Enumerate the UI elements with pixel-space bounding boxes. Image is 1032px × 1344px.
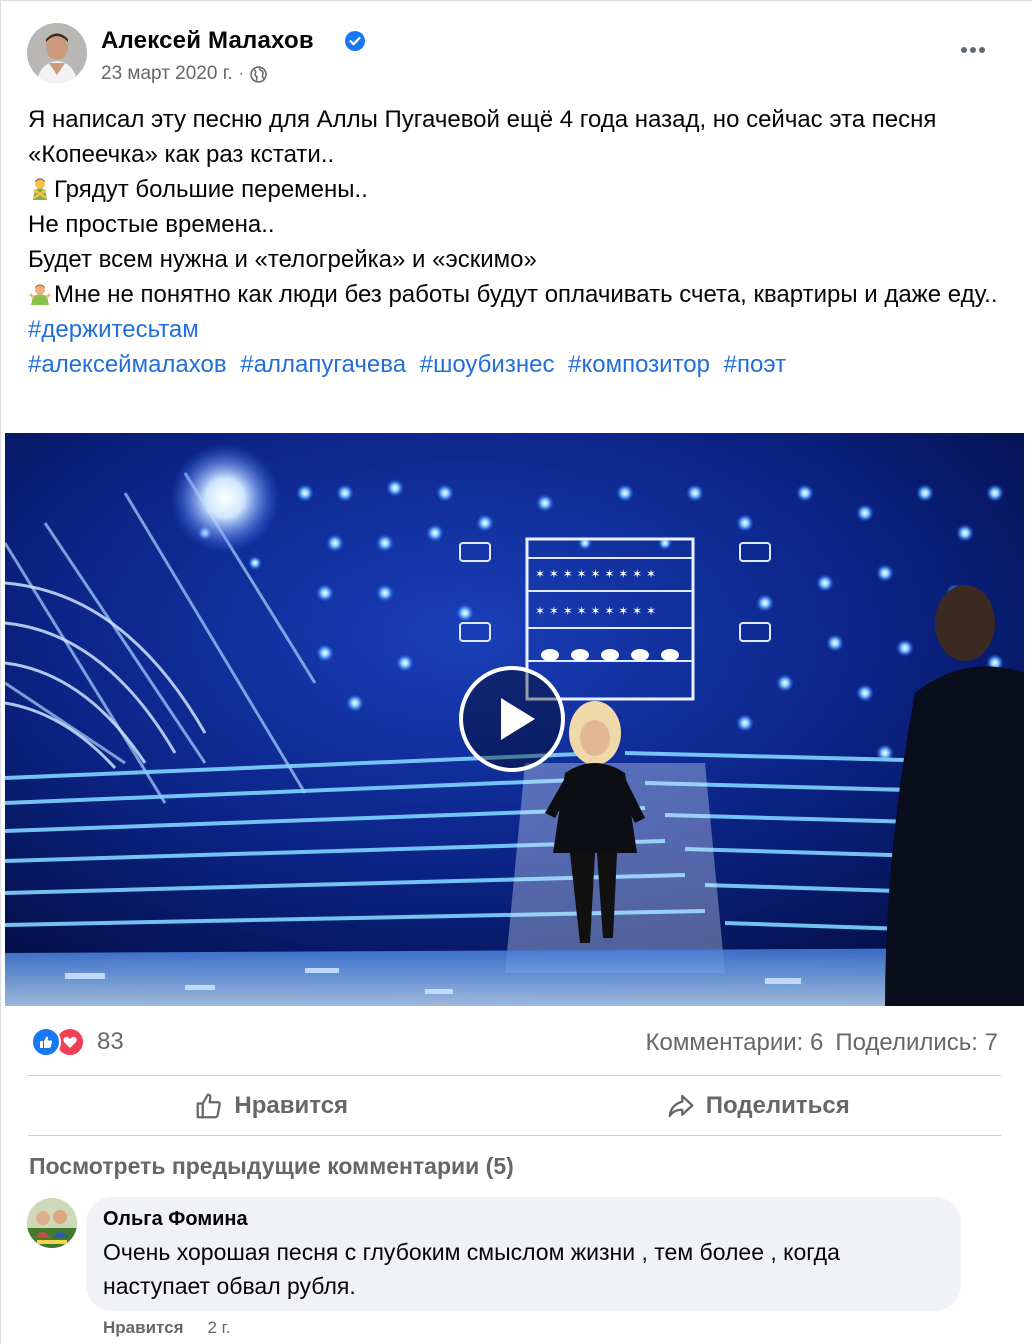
- post-date[interactable]: 23 март 2020 г.: [101, 63, 233, 85]
- play-icon: [501, 698, 535, 740]
- post-meta: 23 март 2020 г. ·: [101, 63, 267, 85]
- more-dots-icon: [961, 47, 985, 53]
- man-gesturing-no-emoji-icon: [33, 178, 47, 200]
- hashtag-link[interactable]: #аллапугачева: [240, 351, 406, 378]
- view-previous-comments-link[interactable]: Посмотреть предыдущие комментарии (5): [29, 1153, 514, 1180]
- shares-count-link[interactable]: Поделились: 7: [835, 1029, 998, 1057]
- commenter-name[interactable]: Ольга Фомина: [103, 1208, 944, 1231]
- post-card: Алексей Малахов 23 март 2020 г. · Я напи…: [0, 0, 1032, 1344]
- more-options-button[interactable]: [951, 35, 995, 65]
- hashtag-link[interactable]: #держитесьтам: [28, 316, 199, 343]
- author-avatar[interactable]: [27, 23, 87, 83]
- author-name[interactable]: Алексей Малахов: [101, 27, 314, 55]
- divider: [28, 1075, 1001, 1076]
- verified-badge-icon: [345, 31, 365, 51]
- post-line-with-emoji: Мне не понятно как люди без работы будут…: [28, 277, 1008, 312]
- meta-separator: ·: [238, 65, 244, 82]
- thumbs-up-icon: [197, 1093, 222, 1119]
- play-button[interactable]: [459, 666, 565, 772]
- hashtag-link[interactable]: #шоубизнес: [420, 351, 555, 378]
- comment-like-link[interactable]: Нравится: [103, 1318, 184, 1338]
- globe-icon[interactable]: [250, 65, 267, 83]
- divider: [28, 1135, 1001, 1136]
- like-button-label: Нравится: [234, 1092, 349, 1119]
- commenter-avatar[interactable]: [27, 1198, 77, 1248]
- post-body: Я написал эту песню для Аллы Пугачевой е…: [28, 102, 1008, 382]
- post-line: Не простые времена..: [28, 211, 275, 238]
- hashtag-link[interactable]: #поэт: [724, 351, 786, 378]
- engagement-counts: Комментарии: 6 Поделились: 7: [646, 1029, 998, 1057]
- post-actions-bar: Нравится Поделиться: [28, 1078, 1001, 1134]
- hashtag-line: #алексеймалахов #аллапугачева #шоубизнес…: [28, 347, 1008, 382]
- comments-count-link[interactable]: Комментарии: 6: [646, 1029, 824, 1057]
- svg-text:✶ ✶ ✶ ✶ ✶ ✶ ✶ ✶ ✶: ✶ ✶ ✶ ✶ ✶ ✶ ✶ ✶ ✶: [535, 604, 656, 618]
- post-line: Я написал эту песню для Аллы Пугачевой е…: [28, 106, 937, 168]
- reactions-summary[interactable]: 83: [31, 1027, 124, 1057]
- svg-text:✶ ✶ ✶ ✶ ✶ ✶ ✶ ✶ ✶: ✶ ✶ ✶ ✶ ✶ ✶ ✶ ✶ ✶: [535, 567, 656, 581]
- post-line-text: Мне не понятно как люди без работы будут…: [54, 281, 998, 308]
- comment-timestamp[interactable]: 2 г.: [208, 1318, 231, 1338]
- comment-actions: Нравится 2 г.: [103, 1318, 231, 1338]
- comment-bubble: Ольга Фомина Очень хорошая песня с глубо…: [86, 1197, 961, 1311]
- like-button[interactable]: Нравится: [28, 1078, 515, 1134]
- hashtag-link[interactable]: #алексеймалахов: [28, 351, 227, 378]
- share-button[interactable]: Поделиться: [515, 1078, 1002, 1134]
- post-line-text: Грядут большие перемены..: [54, 176, 368, 203]
- share-button-label: Поделиться: [705, 1092, 850, 1119]
- hashtag-link[interactable]: #композитор: [568, 351, 710, 378]
- person-shrugging-emoji-icon: [29, 284, 51, 305]
- like-reaction-icon: [31, 1027, 61, 1057]
- hashtag-line: #держитесьтам: [28, 312, 1008, 347]
- post-line: Будет всем нужна и «телогрейка» и «эским…: [28, 246, 537, 273]
- comment-text: Очень хорошая песня с глубоким смыслом ж…: [103, 1239, 840, 1299]
- share-arrow-icon: [668, 1094, 694, 1118]
- reaction-count: 83: [97, 1028, 124, 1055]
- post-line-with-emoji: Грядут большие перемены..: [28, 172, 1008, 207]
